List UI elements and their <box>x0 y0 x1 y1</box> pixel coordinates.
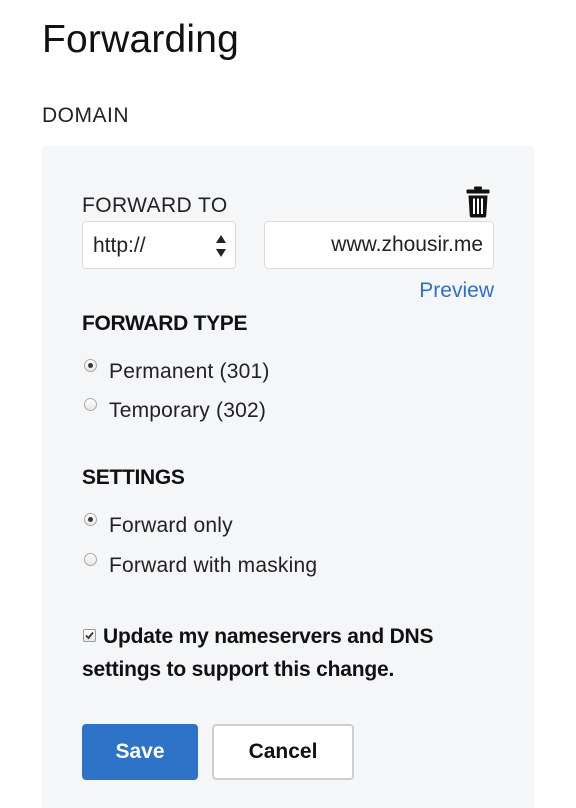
update-dns-label: Update my nameservers and DNS settings t… <box>82 625 434 681</box>
page-title: Forwarding <box>42 18 240 61</box>
radio-label-permanent: Permanent (301) <box>109 360 270 383</box>
radio-button[interactable] <box>84 398 97 411</box>
forward-type-heading: FORWARD TYPE <box>82 312 248 335</box>
select-arrows-icon <box>216 235 226 257</box>
cancel-button[interactable]: Cancel <box>212 724 354 780</box>
radio-button[interactable] <box>84 553 97 566</box>
radio-button-checked[interactable] <box>84 359 97 372</box>
update-dns-checkbox-row[interactable]: Update my nameservers and DNS settings t… <box>82 620 502 686</box>
radio-button-checked[interactable] <box>84 513 97 526</box>
preview-link[interactable]: Preview <box>419 279 494 303</box>
protocol-select[interactable]: http:// <box>82 221 236 269</box>
radio-label-temporary: Temporary (302) <box>109 399 267 422</box>
forwarding-panel: FORWARD TO http:// Preview FORWARD TYPE … <box>42 146 534 808</box>
radio-label-forward-only: Forward only <box>109 514 233 537</box>
trash-icon[interactable] <box>466 186 490 218</box>
domain-section-label: DOMAIN <box>42 104 129 127</box>
forward-url-input[interactable] <box>264 221 494 269</box>
save-button[interactable]: Save <box>82 724 198 780</box>
radio-label-forward-with-masking: Forward with masking <box>109 554 318 577</box>
update-dns-checkbox[interactable] <box>83 629 96 642</box>
settings-heading: SETTINGS <box>82 466 185 489</box>
checkmark-icon <box>85 631 94 640</box>
forward-to-label: FORWARD TO <box>82 194 228 217</box>
protocol-select-value: http:// <box>93 234 146 257</box>
